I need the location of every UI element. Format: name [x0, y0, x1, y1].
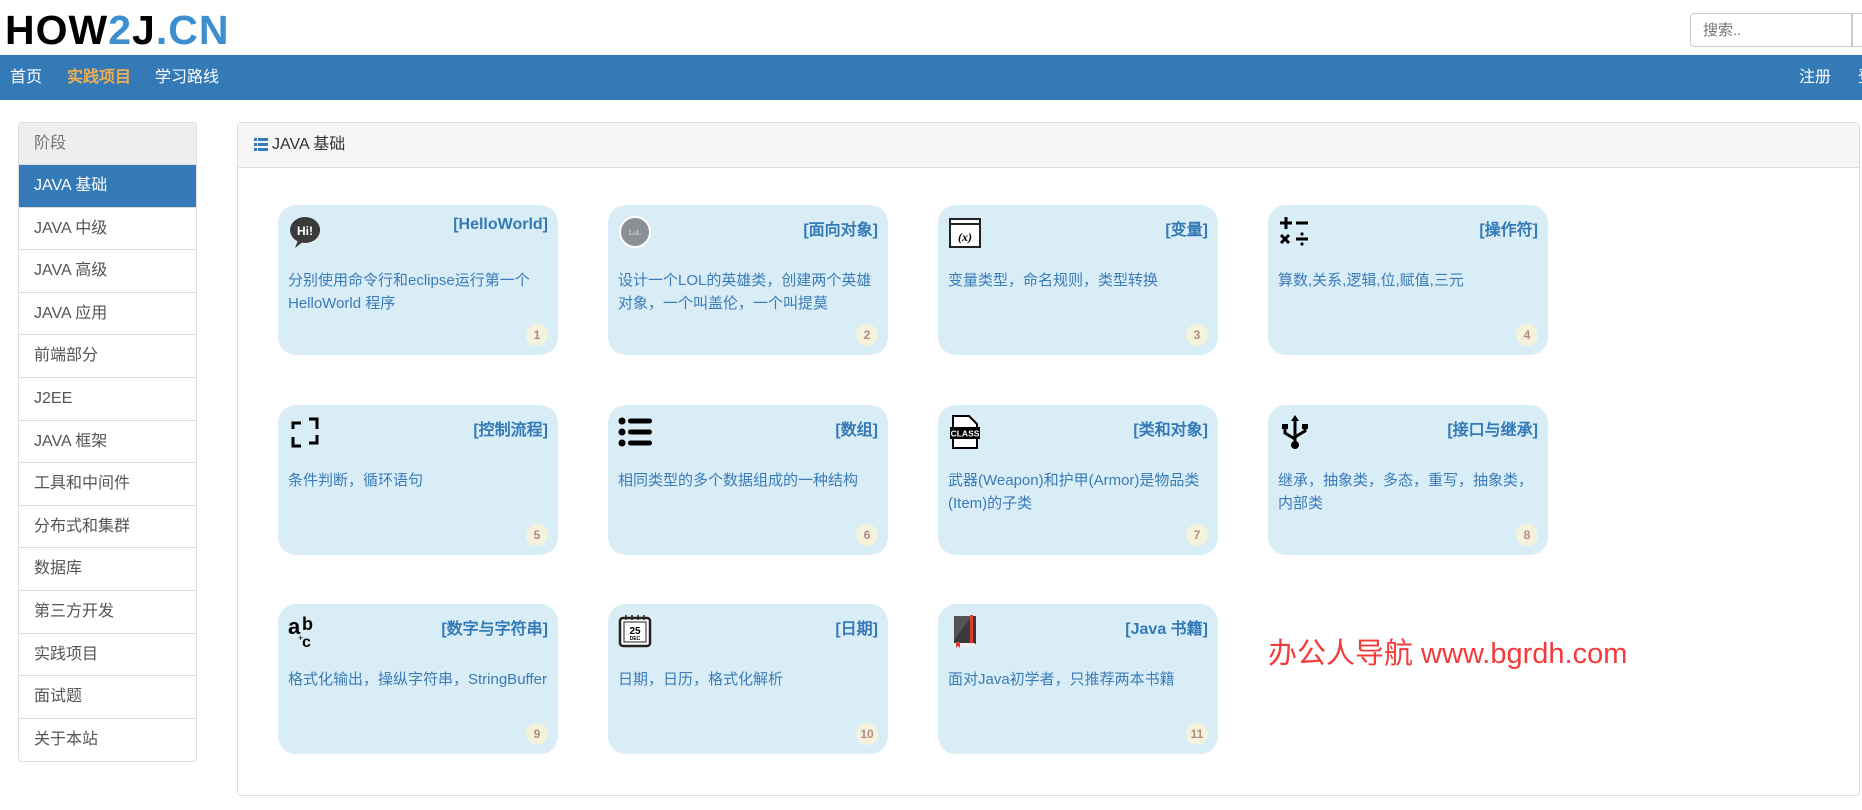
sidebar-item[interactable]: 关于本站 — [19, 719, 196, 762]
nav-register[interactable]: 注册 — [1799, 55, 1831, 100]
watermark: 办公人导航 www.bgrdh.com — [1268, 638, 1628, 670]
card-number-badge: 8 — [1516, 524, 1538, 546]
class-file-icon: CLASS — [948, 415, 982, 449]
card-title[interactable]: [变量] — [1165, 216, 1208, 240]
sidebar-item[interactable]: 实践项目 — [19, 634, 196, 677]
card-description: 格式化输出，操纵字符串，StringBuffer — [288, 671, 547, 688]
sidebar-item[interactable]: 第三方开发 — [19, 591, 196, 634]
sidebar-item[interactable]: JAVA 应用 — [19, 293, 196, 336]
card-number-badge: 10 — [856, 723, 878, 745]
search-button[interactable] — [1852, 13, 1862, 47]
card-number-badge: 11 — [1186, 723, 1208, 745]
card-title[interactable]: [面向对象] — [803, 216, 878, 240]
panel-title: JAVA 基础 — [272, 136, 346, 153]
top-nav: 首页 实践项目 学习路线 注册 登 — [0, 55, 1862, 100]
svg-text:c: c — [302, 634, 311, 648]
sidebar-item[interactable]: 工具和中间件 — [19, 463, 196, 506]
card-title[interactable]: [数字与字符串] — [441, 615, 548, 639]
course-card[interactable]: [接口与继承] 继承，抽象类，多态，重写，抽象类，内部类 8 — [1268, 405, 1548, 555]
course-card[interactable]: LoL [面向对象] 设计一个LOL的英雄类，创建两个英雄对象，一个叫盖伦，一个叫提… — [608, 205, 888, 355]
sidebar-item[interactable]: JAVA 框架 — [19, 421, 196, 464]
card-number-badge: 4 — [1516, 324, 1538, 346]
card-title[interactable]: [Java 书籍] — [1125, 615, 1208, 639]
card-description: 变量类型，命名规则，类型转换 — [948, 272, 1159, 289]
course-card[interactable]: (x) [变量] 变量类型，命名规则，类型转换 3 — [938, 205, 1218, 355]
card-title[interactable]: [数组] — [835, 416, 878, 440]
svg-text:DEC: DEC — [630, 636, 641, 642]
sidebar-item[interactable]: 面试题 — [19, 676, 196, 719]
nav-home[interactable]: 首页 — [10, 55, 42, 100]
hi-speech-bubble-icon: Hi! — [288, 215, 322, 249]
site-logo[interactable]: HOW2J.CN — [5, 8, 229, 52]
course-card[interactable]: [操作符] 算数,关系,逻辑,位,赋值,三元 4 — [1268, 205, 1548, 355]
card-number-badge: 9 — [526, 723, 548, 745]
nav-projects[interactable]: 实践项目 — [67, 55, 131, 100]
card-description: 面对Java初学者，只推荐两本书籍 — [948, 671, 1175, 688]
card-description: 日期，日历，格式化解析 — [618, 671, 784, 688]
abc-text-icon: a b c + — [288, 614, 322, 651]
sidebar-item[interactable]: 数据库 — [19, 548, 196, 591]
course-card[interactable]: [Java 书籍] 面对Java初学者，只推荐两本书籍 11 — [938, 604, 1218, 754]
book-icon — [948, 614, 982, 648]
sidebar-item[interactable]: 分布式和集群 — [19, 506, 196, 549]
calendar-icon: 25 DEC — [618, 614, 652, 648]
usb-icon — [1278, 415, 1312, 449]
card-title[interactable]: [HelloWorld] — [453, 216, 548, 234]
card-title[interactable]: [接口与继承] — [1447, 416, 1538, 440]
card-title[interactable]: [类和对象] — [1133, 416, 1208, 440]
course-card[interactable]: CLASS [类和对象] 武器(Weapon)和护甲(Armor)是物品类(Item… — [938, 405, 1218, 555]
sidebar-header: 阶段 — [19, 123, 196, 165]
sidebar-item[interactable]: JAVA 高级 — [19, 250, 196, 293]
svg-text:(x): (x) — [958, 230, 972, 244]
svg-text:b: b — [302, 614, 313, 634]
card-description: 条件判断，循环语句 — [288, 472, 424, 489]
card-title[interactable]: [日期] — [835, 615, 878, 639]
svg-text:LoL: LoL — [629, 229, 641, 237]
panel-heading: JAVA 基础 — [238, 123, 1859, 168]
card-number-badge: 3 — [1186, 324, 1208, 346]
card-description: 继承，抽象类，多态，重写，抽象类，内部类 — [1278, 472, 1534, 512]
card-description: 算数,关系,逻辑,位,赋值,三元 — [1278, 272, 1464, 289]
svg-text:Hi!: Hi! — [297, 224, 313, 238]
search-input[interactable] — [1690, 13, 1852, 47]
league-of-legends-icon: LoL — [618, 215, 652, 249]
card-title[interactable]: [控制流程] — [473, 416, 548, 440]
bullet-list-icon — [618, 415, 652, 449]
course-card[interactable]: 25 DEC [日期] 日期，日历，格式化解析 10 — [608, 604, 888, 754]
card-number-badge: 7 — [1186, 524, 1208, 546]
svg-text:CLASS: CLASS — [951, 429, 980, 439]
card-title[interactable]: [操作符] — [1479, 216, 1538, 240]
card-description: 设计一个LOL的英雄类，创建两个英雄对象，一个叫盖伦，一个叫提莫 — [618, 272, 872, 312]
course-card[interactable]: a b c + [数字与字符串] 格式化输出，操纵字符串，StringBuffer 9 — [278, 604, 558, 754]
card-description: 分别使用命令行和eclipse运行第一个HelloWorld 程序 — [288, 272, 530, 312]
svg-text:+: + — [298, 633, 303, 643]
sidebar-item[interactable]: J2EE — [19, 378, 196, 421]
course-card[interactable]: [控制流程] 条件判断，循环语句 5 — [278, 405, 558, 555]
math-operators-icon — [1278, 215, 1312, 249]
card-number-badge: 2 — [856, 324, 878, 346]
loop-arrows-icon — [288, 415, 322, 449]
sidebar-item[interactable]: JAVA 基础 — [19, 165, 196, 208]
sidebar-item[interactable]: JAVA 中级 — [19, 208, 196, 251]
course-card[interactable]: Hi! [HelloWorld] 分别使用命令行和eclipse运行第一个Hello… — [278, 205, 558, 355]
course-card[interactable]: [数组] 相同类型的多个数据组成的一种结构 6 — [608, 405, 888, 555]
nav-login[interactable]: 登 — [1858, 55, 1862, 100]
card-number-badge: 5 — [526, 524, 548, 546]
variable-x-icon: (x) — [948, 215, 982, 249]
card-description: 武器(Weapon)和护甲(Armor)是物品类(Item)的子类 — [948, 472, 1200, 512]
card-number-badge: 1 — [526, 324, 548, 346]
sidebar-item[interactable]: 前端部分 — [19, 335, 196, 378]
card-description: 相同类型的多个数据组成的一种结构 — [618, 472, 859, 489]
card-number-badge: 6 — [856, 524, 878, 546]
list-icon — [254, 138, 268, 151]
nav-learning-path[interactable]: 学习路线 — [155, 55, 219, 100]
stage-sidebar: 阶段 JAVA 基础 JAVA 中级 JAVA 高级 JAVA 应用 前端部分 J2EE J… — [18, 122, 197, 763]
